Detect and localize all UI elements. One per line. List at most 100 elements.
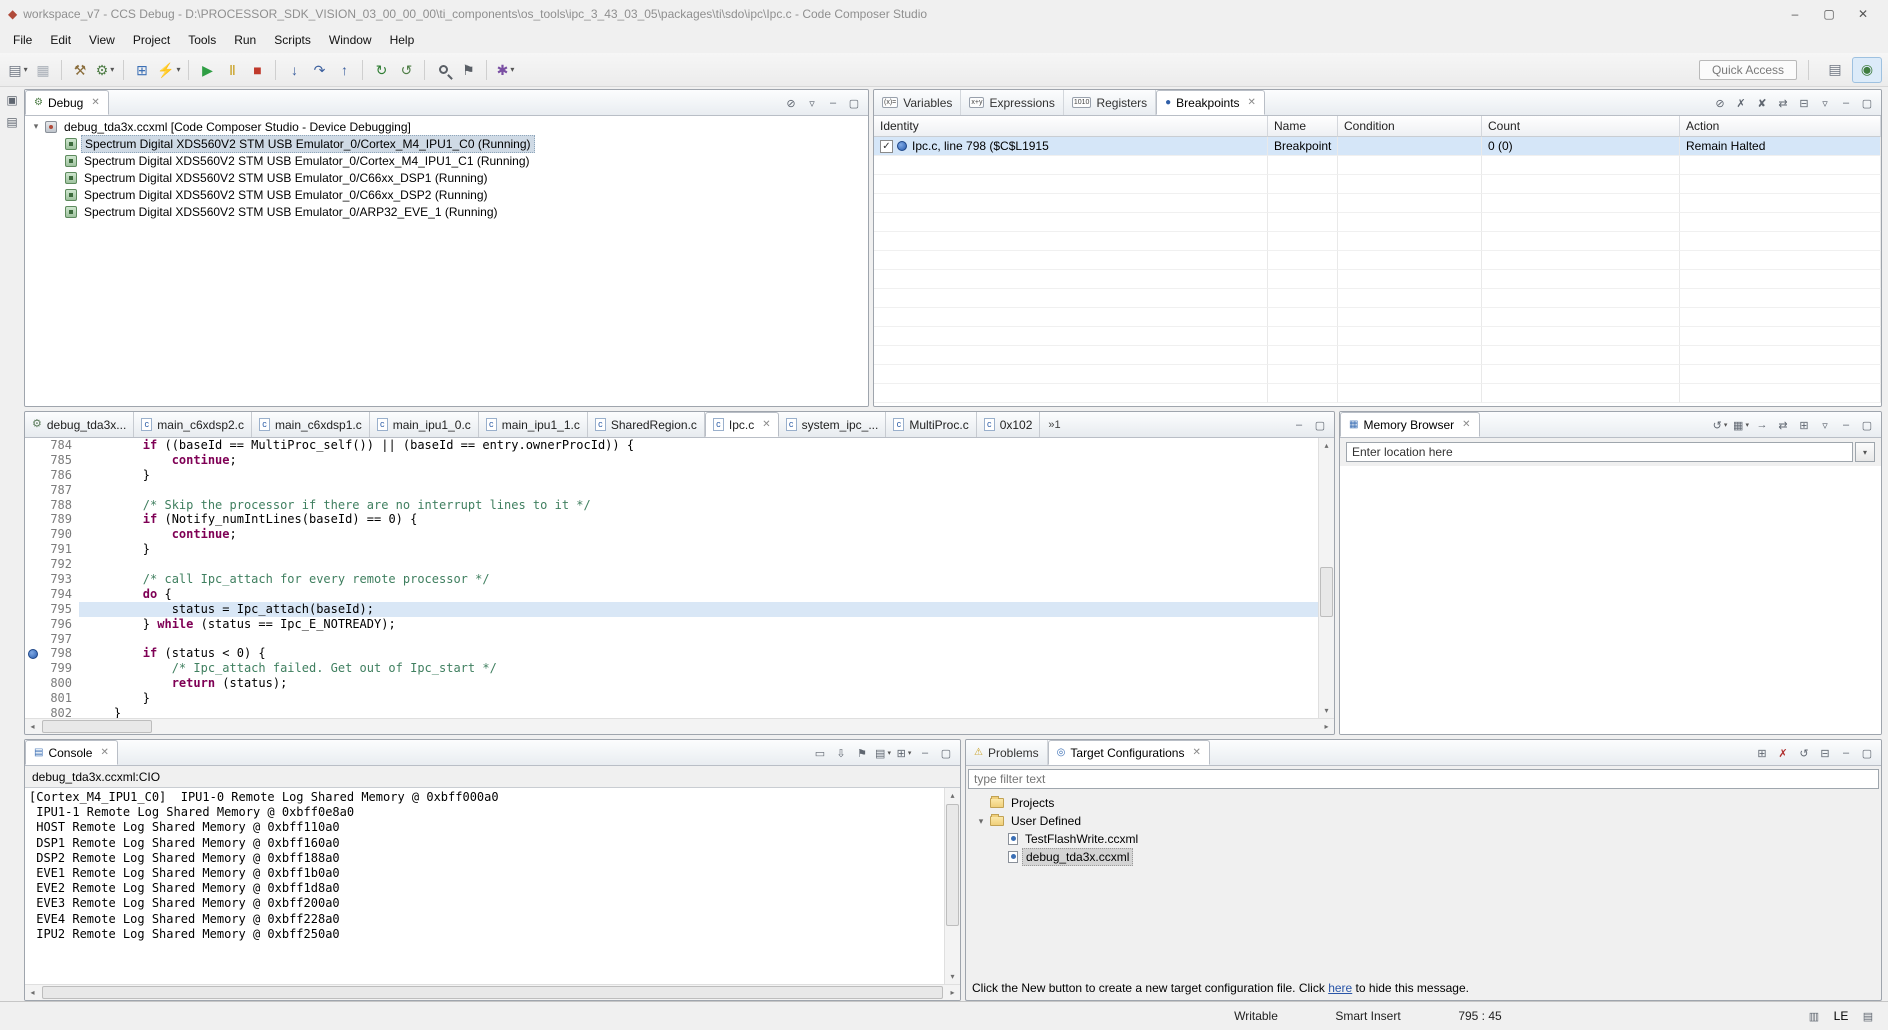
breakpoint-ruler[interactable] (25, 646, 41, 662)
breakpoint-ruler[interactable] (25, 631, 41, 647)
minimize-icon[interactable]: – (824, 94, 842, 112)
scrollbar-thumb[interactable] (946, 804, 959, 926)
save-icon[interactable]: ▦ (31, 58, 55, 82)
tab-debug[interactable]: ⚙ Debug ✕ (25, 90, 109, 115)
maximize-icon[interactable]: ▢ (845, 94, 863, 112)
refresh-memory-icon[interactable]: ↺ ▾ (1711, 416, 1729, 434)
scroll-left-icon[interactable]: ◂ (25, 719, 40, 734)
editor-tab-main-c6xdsp2-c[interactable]: c main_c6xdsp2.c (134, 412, 252, 437)
view-menu-icon[interactable]: ▿ (1816, 416, 1834, 434)
remove-all-breakpoints-icon[interactable]: ✘ (1753, 94, 1771, 112)
scroll-up-icon[interactable]: ▴ (1319, 438, 1334, 453)
new-icon[interactable]: ▤ ▾ (6, 58, 30, 82)
breakpoint-ruler[interactable] (25, 557, 41, 573)
scroll-right-icon[interactable]: ▸ (945, 985, 960, 1000)
menu-edit[interactable]: Edit (41, 29, 80, 51)
minimized-views-icon[interactable]: ▤ (6, 115, 17, 129)
minimize-window-icon[interactable]: – (1778, 7, 1812, 21)
disconnect-icon[interactable]: ⊘ (782, 94, 800, 112)
code-editor[interactable]: 784 if ((baseId == MultiProc_self()) || … (25, 438, 1318, 718)
clear-console-icon[interactable]: ▭ (811, 744, 829, 762)
tree-item-user-defined[interactable]: ▾ User Defined (966, 812, 1881, 830)
scroll-right-icon[interactable]: ▸ (1319, 719, 1334, 734)
close-window-icon[interactable]: ✕ (1846, 7, 1880, 21)
step-into-icon[interactable]: ↓ (282, 58, 306, 82)
menu-scripts[interactable]: Scripts (265, 29, 320, 51)
breakpoint-ruler[interactable] (25, 497, 41, 513)
close-icon[interactable]: ✕ (1248, 97, 1256, 108)
build-icon[interactable]: ⚒ (68, 58, 92, 82)
new-tab-icon[interactable]: ⊞ (1795, 416, 1813, 434)
tab-console[interactable]: ▤ Console ✕ (25, 740, 118, 765)
breakpoint-ruler[interactable] (25, 691, 41, 707)
debug-thread-row[interactable]: Spectrum Digital XDS560V2 STM USB Emulat… (25, 186, 868, 203)
menu-tools[interactable]: Tools (179, 29, 225, 51)
editor-horizontal-scrollbar[interactable]: ◂ ▸ (25, 718, 1334, 734)
pin-console-icon[interactable]: ⚑ (853, 744, 871, 762)
tab-overflow-indicator[interactable]: »1 (1044, 419, 1064, 431)
tab-breakpoints[interactable]: ● Breakpoints ✕ (1156, 90, 1265, 115)
ccs-debug-perspective-icon[interactable]: ◉ (1852, 56, 1882, 83)
console-output[interactable]: [Cortex_M4_IPU1_C0] IPU1-0 Remote Log Sh… (25, 788, 944, 984)
editor-tab-main-ipu1-0-c[interactable]: c main_ipu1_0.c (370, 412, 479, 437)
hide-message-link[interactable]: here (1328, 981, 1352, 995)
new-target-icon[interactable]: ⊞ (1753, 744, 1771, 762)
column-header-count[interactable]: Count (1482, 116, 1680, 137)
tab-memory-browser[interactable]: ▦ Memory Browser ✕ (1340, 412, 1480, 437)
breakpoint-ruler[interactable] (25, 482, 41, 498)
advanced-scripting-icon[interactable]: ✱ ▾ (493, 58, 517, 82)
remove-breakpoint-icon[interactable]: ✗ (1732, 94, 1750, 112)
menu-run[interactable]: Run (225, 29, 265, 51)
breakpoint-checkbox[interactable]: ✓ (880, 139, 893, 153)
menu-view[interactable]: View (80, 29, 124, 51)
debug-thread-row[interactable]: Spectrum Digital XDS560V2 STM USB Emulat… (25, 203, 868, 220)
memory-content-area[interactable] (1340, 466, 1881, 734)
editor-tab-main-ipu1-1-c[interactable]: c main_ipu1_1.c (479, 412, 588, 437)
maximize-window-icon[interactable]: ▢ (1812, 7, 1846, 21)
step-over-icon[interactable]: ↷ (307, 58, 331, 82)
scroll-down-icon[interactable]: ▾ (945, 969, 960, 984)
menu-help[interactable]: Help (381, 29, 424, 51)
scrollbar-thumb[interactable] (1320, 566, 1333, 618)
expand-icon[interactable]: ▾ (31, 121, 41, 132)
go-to-address-icon[interactable]: → (1753, 416, 1771, 434)
maximize-icon[interactable]: ▢ (1311, 416, 1329, 434)
skip-all-breakpoints-icon[interactable]: ⊘ (1711, 94, 1729, 112)
tab-target-configurations[interactable]: ◎ Target Configurations ✕ (1047, 740, 1210, 765)
search-icon[interactable] (431, 58, 455, 82)
maximize-icon[interactable]: ▢ (1858, 744, 1876, 762)
quick-access-button[interactable]: Quick Access (1698, 59, 1797, 80)
view-menu-icon[interactable]: ▿ (803, 94, 821, 112)
pin-icon[interactable]: ⚑ (456, 58, 480, 82)
close-icon[interactable]: ✕ (1462, 419, 1470, 430)
editor-vertical-scrollbar[interactable]: ▴ ▾ (1318, 438, 1334, 718)
minimize-icon[interactable]: – (1290, 416, 1308, 434)
memory-location-go-icon[interactable]: ▾ (1855, 442, 1875, 462)
console-horizontal-scrollbar[interactable]: ◂ ▸ (25, 984, 960, 1000)
minimize-icon[interactable]: – (1837, 416, 1855, 434)
resume-icon[interactable]: ▶ (195, 58, 219, 82)
restore-view-icon[interactable]: ▣ (6, 93, 17, 107)
close-icon[interactable]: ✕ (100, 747, 108, 758)
editor-tab-multiproc-c[interactable]: c MultiProc.c (886, 412, 977, 437)
tab-variables[interactable]: (x)= Variables (874, 90, 962, 115)
breakpoint-ruler[interactable] (25, 706, 41, 718)
debug-thread-row[interactable]: Spectrum Digital XDS560V2 STM USB Emulat… (25, 134, 868, 153)
close-icon[interactable]: ✕ (762, 419, 770, 430)
breakpoint-ruler[interactable] (25, 527, 41, 543)
menu-file[interactable]: File (4, 29, 41, 51)
collapse-all-icon[interactable]: ⊟ (1795, 94, 1813, 112)
step-return-icon[interactable]: ↑ (332, 58, 356, 82)
editor-tab-0x102[interactable]: c 0x102 (977, 412, 1041, 437)
close-icon[interactable]: ✕ (1192, 747, 1200, 758)
column-header-action[interactable]: Action (1680, 116, 1881, 137)
breakpoint-ruler[interactable] (25, 616, 41, 632)
save-memory-icon[interactable]: ▦ ▾ (1732, 416, 1750, 434)
ccs-edit-perspective-icon[interactable]: ▤ (1820, 57, 1850, 83)
breakpoint-ruler[interactable] (25, 452, 41, 468)
debug-launch-root[interactable]: ▾ debug_tda3x.ccxml [Code Composer Studio… (25, 118, 868, 135)
scrollbar-thumb[interactable] (42, 720, 152, 733)
breakpoint-ruler[interactable] (25, 572, 41, 587)
menu-project[interactable]: Project (124, 29, 179, 51)
maximize-icon[interactable]: ▢ (937, 744, 955, 762)
